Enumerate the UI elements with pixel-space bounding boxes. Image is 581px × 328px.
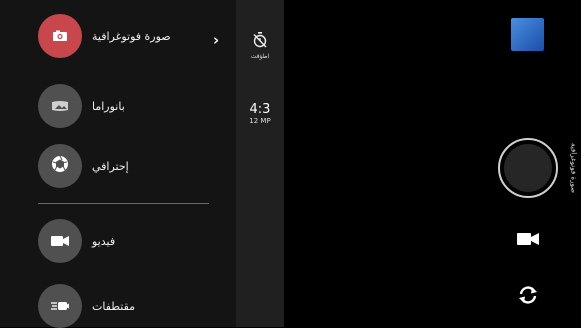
switch-camera-button[interactable] — [516, 285, 540, 309]
hyperlapse-icon — [51, 297, 69, 316]
mode-hyperlapse-label: مقتطفات — [92, 299, 136, 313]
mode-panorama-circle[interactable] — [38, 84, 82, 128]
mode-photo-label: صورة فوتوغرافية — [92, 29, 171, 43]
aspect-ratio-setting[interactable]: 4:3 12 MP — [236, 102, 284, 126]
video-camera-icon — [517, 231, 539, 250]
mode-panel: صورة فوتوغرافية › بانوراما إحترافي فيديو… — [0, 0, 236, 328]
mode-pro-label: إحترافي — [92, 159, 129, 173]
mode-pro[interactable]: إحترافي — [38, 144, 129, 188]
mode-panorama[interactable]: بانوراما — [38, 84, 125, 128]
video-record-button[interactable] — [516, 231, 540, 249]
shutter-inner — [504, 144, 552, 192]
switch-camera-icon — [517, 284, 539, 310]
shutter-button[interactable] — [498, 138, 558, 198]
aperture-icon — [51, 155, 69, 177]
mode-hyperlapse-circle[interactable] — [38, 284, 82, 328]
aspect-ratio-value: 4:3 — [249, 102, 271, 117]
timer-off-icon — [253, 32, 267, 52]
mode-divider — [38, 203, 209, 204]
mode-panorama-label: بانوراما — [92, 99, 125, 113]
gallery-thumbnail[interactable] — [511, 18, 544, 51]
chevron-right-icon[interactable]: › — [213, 31, 219, 49]
viewfinder[interactable] — [284, 0, 497, 327]
mode-photo-circle[interactable] — [38, 14, 82, 58]
camera-icon — [52, 27, 68, 46]
mode-video-circle[interactable] — [38, 219, 82, 263]
mode-video-label: فيديو — [92, 234, 116, 248]
timer-label: اطؤقت — [250, 53, 270, 60]
mode-video[interactable]: فيديو — [38, 219, 115, 263]
resolution-value: 12 MP — [249, 117, 271, 125]
mode-photo[interactable]: صورة فوتوغرافية — [38, 14, 171, 58]
mode-hyperlapse[interactable]: مقتطفات — [38, 284, 135, 328]
current-mode-vertical-label: صورة فوتوغرافية — [569, 142, 578, 194]
video-icon — [51, 232, 69, 251]
mode-pro-circle[interactable] — [38, 144, 82, 188]
settings-strip: اطؤقت 4:3 12 MP — [236, 0, 284, 327]
timer-setting[interactable]: اطؤقت — [236, 32, 284, 60]
panorama-icon — [51, 97, 69, 116]
